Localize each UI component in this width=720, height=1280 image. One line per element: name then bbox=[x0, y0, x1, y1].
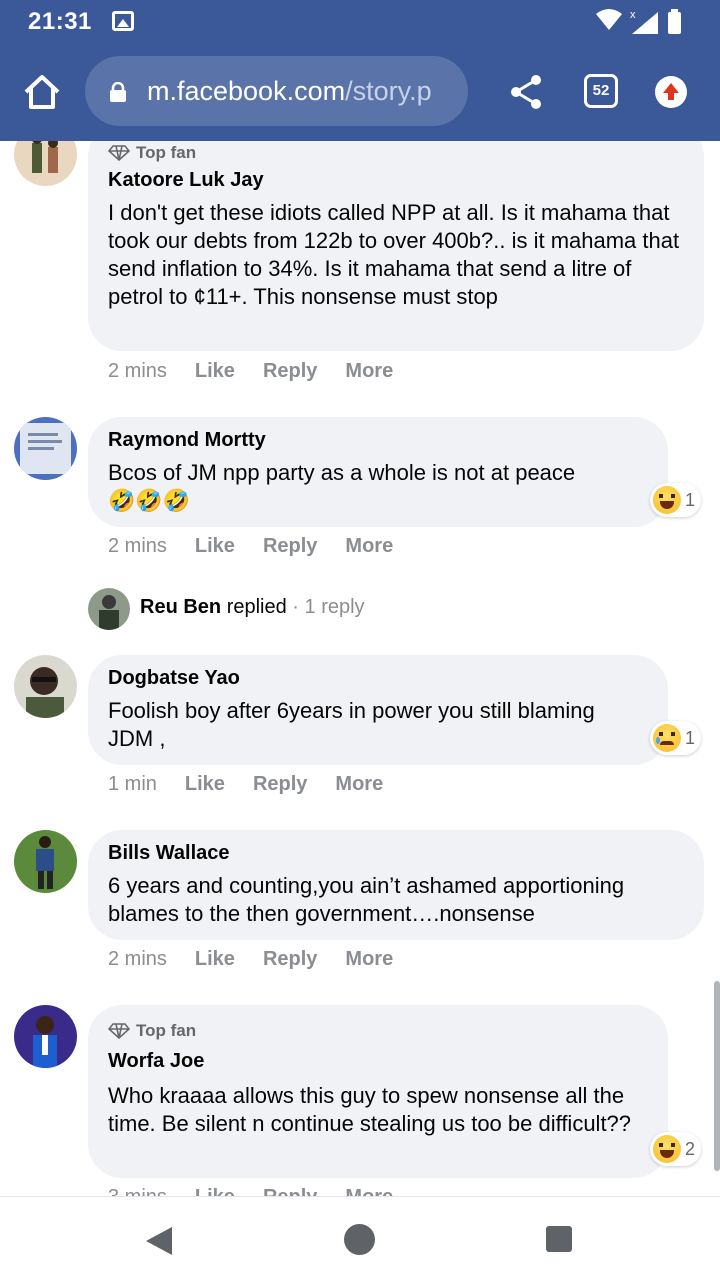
comment-author[interactable]: Katoore Luk Jay bbox=[108, 169, 264, 192]
avatar[interactable] bbox=[14, 417, 77, 480]
reaction-badge[interactable]: 1 bbox=[650, 483, 702, 517]
top-fan-badge: Top fan bbox=[108, 143, 196, 163]
address-field[interactable]: m.facebook.com/story.p bbox=[85, 56, 468, 126]
update-menu-icon[interactable] bbox=[655, 76, 687, 108]
comment-actions: 2 mins Like Reply More bbox=[108, 948, 421, 971]
tab-switcher-button[interactable]: 52 bbox=[584, 74, 618, 108]
comment-author[interactable]: Dogbatse Yao bbox=[108, 667, 240, 690]
svg-text:x: x bbox=[630, 9, 636, 21]
comments-list: Top fan Katoore Luk Jay I don't get thes… bbox=[0, 141, 720, 1196]
reaction-badge[interactable]: 1 bbox=[650, 721, 702, 755]
comment-bubble: Dogbatse Yao Foolish boy after 6years in… bbox=[88, 655, 668, 765]
lock-icon bbox=[110, 82, 126, 102]
comment-text: Bcos of JM npp party as a whole is not a… bbox=[108, 460, 576, 485]
comment-author[interactable]: Bills Wallace bbox=[108, 842, 230, 865]
comment-bubble: Raymond Mortty Bcos of JM npp party as a… bbox=[88, 417, 668, 527]
status-bar: 21:31 x bbox=[0, 0, 720, 44]
comment-text: Foolish boy after 6years in power you st… bbox=[108, 698, 595, 751]
signal-icon bbox=[632, 12, 658, 34]
url-host: m.facebook.com bbox=[147, 76, 346, 106]
url-text: m.facebook.com/story.p bbox=[147, 76, 457, 107]
reaction-count: 1 bbox=[685, 489, 696, 510]
haha-icon bbox=[653, 1135, 681, 1163]
gallery-notification-icon bbox=[112, 11, 134, 31]
status-time: 21:31 bbox=[28, 8, 92, 35]
more-button[interactable]: More bbox=[345, 1186, 393, 1196]
back-icon[interactable] bbox=[146, 1227, 172, 1255]
comment-bubble: Top fan Worfa Joe Who kraaaa allows this… bbox=[88, 1005, 668, 1178]
badge-label: Top fan bbox=[136, 1021, 197, 1040]
reply-action: replied bbox=[226, 596, 287, 618]
home-circle-icon[interactable] bbox=[344, 1224, 375, 1255]
badge-label: Top fan bbox=[136, 143, 197, 162]
reaction-count: 1 bbox=[685, 727, 696, 748]
more-button[interactable]: More bbox=[335, 773, 383, 796]
recent-apps-icon[interactable] bbox=[546, 1226, 572, 1252]
status-icons: x bbox=[596, 9, 681, 34]
browser-chrome: 21:31 x m.facebook.com/story.p 52 bbox=[0, 0, 720, 141]
comment-actions: 1 min Like Reply More bbox=[108, 773, 411, 796]
battery-icon bbox=[668, 12, 681, 34]
reply-button[interactable]: Reply bbox=[263, 360, 317, 383]
diamond-icon bbox=[108, 1023, 130, 1039]
sad-icon bbox=[653, 724, 681, 752]
reply-button[interactable]: Reply bbox=[253, 773, 307, 796]
avatar[interactable] bbox=[14, 141, 77, 186]
more-button[interactable]: More bbox=[345, 360, 393, 383]
comment-bubble: Top fan Katoore Luk Jay I don't get thes… bbox=[88, 141, 704, 351]
like-button[interactable]: Like bbox=[195, 948, 235, 971]
replies-summary: Reu Ben replied · 1 reply bbox=[140, 596, 365, 619]
comment-actions: 3 mins Like Reply More bbox=[108, 1186, 421, 1196]
avatar[interactable] bbox=[14, 655, 77, 718]
view-replies-link[interactable]: Reu Ben replied · 1 reply bbox=[88, 588, 688, 632]
separator: · bbox=[292, 596, 299, 618]
scrollbar[interactable] bbox=[714, 981, 720, 1171]
avatar[interactable] bbox=[14, 830, 77, 893]
reply-button[interactable]: Reply bbox=[263, 948, 317, 971]
wifi-icon bbox=[596, 9, 622, 30]
url-bar: m.facebook.com/story.p 52 bbox=[0, 52, 720, 132]
diamond-icon bbox=[108, 145, 130, 161]
comment-author[interactable]: Raymond Mortty bbox=[108, 429, 266, 452]
more-button[interactable]: More bbox=[345, 948, 393, 971]
comment-text: I don't get these idiots called NPP at a… bbox=[108, 200, 680, 309]
avatar bbox=[88, 588, 130, 630]
home-icon[interactable] bbox=[22, 72, 62, 112]
like-button[interactable]: Like bbox=[195, 360, 235, 383]
comment-time[interactable]: 2 mins bbox=[108, 948, 167, 971]
haha-icon bbox=[653, 486, 681, 514]
comment-actions: 2 mins Like Reply More bbox=[108, 535, 421, 558]
reply-button[interactable]: Reply bbox=[263, 1186, 317, 1196]
like-button[interactable]: Like bbox=[195, 1186, 235, 1196]
comment-actions: 2 mins Like Reply More bbox=[108, 360, 421, 383]
reply-count: 1 reply bbox=[304, 596, 365, 618]
system-nav-bar bbox=[0, 1196, 720, 1280]
reaction-badge[interactable]: 2 bbox=[650, 1132, 702, 1166]
comment-time[interactable]: 1 min bbox=[108, 773, 157, 796]
comment-bubble: Bills Wallace 6 years and counting,you a… bbox=[88, 830, 704, 940]
url-path: /story.p bbox=[345, 76, 432, 106]
reaction-count: 2 bbox=[685, 1138, 696, 1159]
more-button[interactable]: More bbox=[345, 535, 393, 558]
comment-text: 6 years and counting,you ain’t ashamed a… bbox=[108, 873, 625, 926]
reply-author: Reu Ben bbox=[140, 596, 222, 618]
avatar[interactable] bbox=[14, 1005, 77, 1068]
share-icon[interactable] bbox=[508, 72, 544, 112]
comment-time[interactable]: 2 mins bbox=[108, 535, 167, 558]
comment-time[interactable]: 3 mins bbox=[108, 1186, 167, 1196]
comment-time[interactable]: 2 mins bbox=[108, 360, 167, 383]
like-button[interactable]: Like bbox=[185, 773, 225, 796]
comment-emoji: 🤣🤣🤣 bbox=[108, 488, 191, 513]
comment-author[interactable]: Worfa Joe bbox=[108, 1050, 204, 1073]
top-fan-badge: Top fan bbox=[108, 1021, 196, 1041]
reply-button[interactable]: Reply bbox=[263, 535, 317, 558]
like-button[interactable]: Like bbox=[195, 535, 235, 558]
comment-text: Who kraaaa allows this guy to spew nonse… bbox=[108, 1083, 632, 1136]
